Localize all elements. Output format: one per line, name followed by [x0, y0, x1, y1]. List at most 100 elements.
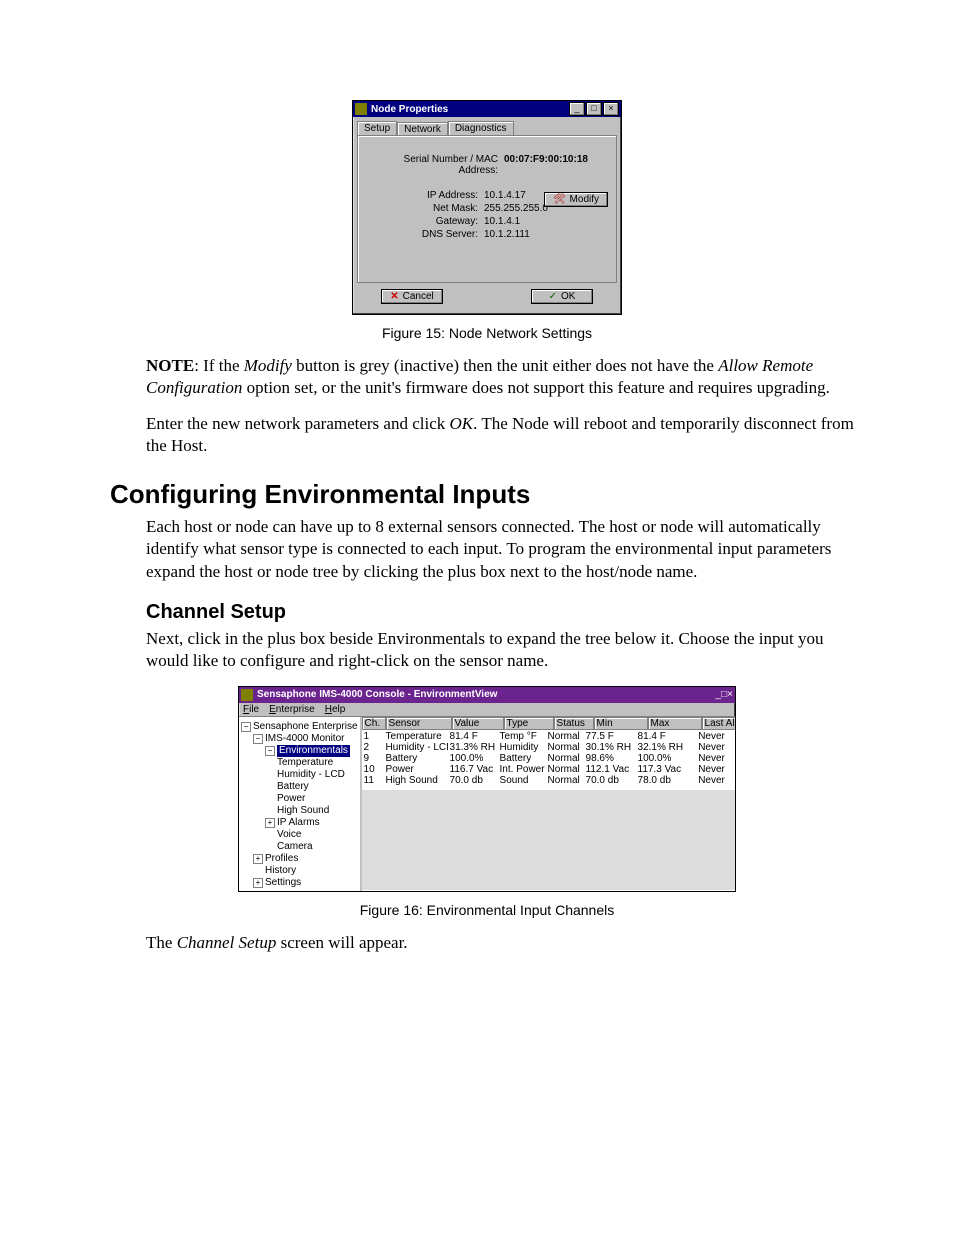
dialog-footer: ✕ Cancel ✓ OK — [357, 283, 617, 310]
table-row[interactable]: 11High Sound70.0 dbSoundNormal70.0 db78.… — [362, 775, 735, 786]
cancel-label: Cancel — [403, 291, 434, 302]
final-channel-setup: Channel Setup — [177, 933, 277, 952]
tree-profiles[interactable]: Profiles — [265, 853, 298, 865]
table-body: 1Temperature81.4 FTemp °FNormal77.5 F81.… — [362, 730, 735, 891]
final-text-2: screen will appear. — [276, 933, 407, 952]
tree-voice[interactable]: Voice — [277, 829, 301, 841]
cell: Never — [688, 742, 735, 753]
expand-icon[interactable]: − — [241, 722, 251, 732]
cell: 81.4 F — [636, 731, 688, 742]
app-icon — [355, 103, 367, 115]
col-status[interactable]: Status — [554, 717, 594, 730]
tree-camera[interactable]: Camera — [277, 841, 313, 853]
section-paragraph: Each host or node can have up to 8 exter… — [146, 516, 864, 582]
tree-humidity[interactable]: Humidity - LCD — [277, 769, 345, 781]
modify-label: Modify — [570, 194, 599, 205]
cell: Never — [688, 775, 735, 786]
cell: 70.0 db — [448, 775, 498, 786]
cell: 11 — [362, 775, 384, 786]
table-row[interactable]: 1Temperature81.4 FTemp °FNormal77.5 F81.… — [362, 731, 735, 742]
dns-label: DNS Server: — [368, 229, 484, 240]
cell: 98.6% — [584, 753, 636, 764]
col-ch[interactable]: Ch. — [362, 717, 386, 730]
menu-enterprise[interactable]: Enterprise — [269, 704, 315, 715]
close-button[interactable]: × — [603, 102, 619, 116]
cancel-button[interactable]: ✕ Cancel — [381, 289, 443, 304]
table-row[interactable]: 10Power116.7 VacInt. PowerNormal112.1 Va… — [362, 764, 735, 775]
col-value[interactable]: Value — [452, 717, 504, 730]
cell: Normal — [546, 742, 584, 753]
cell: Humidity — [498, 742, 546, 753]
tree-history[interactable]: History — [265, 865, 296, 877]
minimize-button[interactable]: _ — [569, 102, 585, 116]
environment-window: Sensaphone IMS-4000 Console - Environmen… — [238, 686, 736, 892]
gateway-value: 10.1.4.1 — [484, 216, 606, 227]
figure-16-caption: Figure 16: Environmental Input Channels — [110, 902, 864, 918]
col-last-alarm[interactable]: Last Alarm — [702, 717, 735, 730]
tree-highsound[interactable]: High Sound — [277, 805, 329, 817]
cell: Sound — [498, 775, 546, 786]
figure-15-caption: Figure 15: Node Network Settings — [110, 325, 864, 341]
col-sensor[interactable]: Sensor — [386, 717, 452, 730]
expand-icon[interactable]: + — [265, 818, 275, 828]
tab-diagnostics[interactable]: Diagnostics — [448, 121, 514, 136]
cell: Temperature — [384, 731, 448, 742]
tree-ip-alarms[interactable]: IP Alarms — [277, 817, 320, 829]
cell: 112.1 Vac — [584, 764, 636, 775]
cell: Battery — [384, 753, 448, 764]
table-header: Ch. Sensor Value Type Status Min Max Las… — [362, 717, 735, 730]
figure-15: Node Properties _ □ × Setup Network Diag… — [110, 100, 864, 315]
final-paragraph: The Channel Setup screen will appear. — [146, 932, 864, 954]
menu-help[interactable]: Help — [325, 704, 346, 715]
tree-monitor[interactable]: IMS-4000 Monitor — [265, 733, 344, 745]
cell: 77.5 F — [584, 731, 636, 742]
tabs: Setup Network Diagnostics — [357, 121, 617, 136]
subsection-heading: Channel Setup — [146, 601, 864, 624]
note-text-2: button is grey (inactive) then the unit … — [292, 356, 718, 375]
close-button[interactable]: × — [727, 689, 733, 700]
tree-root[interactable]: Sensaphone Enterprise — [253, 721, 358, 733]
cell: Power — [384, 764, 448, 775]
cell: 116.7 Vac — [448, 764, 498, 775]
tree-battery[interactable]: Battery — [277, 781, 309, 793]
cell: Normal — [546, 753, 584, 764]
app-icon — [241, 689, 253, 701]
cell: 78.0 db — [636, 775, 688, 786]
col-type[interactable]: Type — [504, 717, 554, 730]
cell: Battery — [498, 753, 546, 764]
env-title: Sensaphone IMS-4000 Console - Environmen… — [257, 689, 716, 700]
cancel-icon: ✕ — [390, 291, 398, 302]
gateway-row: Gateway: 10.1.4.1 — [368, 216, 606, 227]
col-max[interactable]: Max — [648, 717, 702, 730]
ok-icon: ✓ — [549, 291, 557, 302]
cell: Never — [688, 764, 735, 775]
enter-text-1: Enter the new network parameters and cli… — [146, 414, 450, 433]
cell: 100.0% — [636, 753, 688, 764]
final-text-1: The — [146, 933, 177, 952]
col-min[interactable]: Min — [594, 717, 648, 730]
menu-file[interactable]: File — [243, 704, 259, 715]
ok-button[interactable]: ✓ OK — [531, 289, 593, 304]
tree-temperature[interactable]: Temperature — [277, 757, 333, 769]
maximize-button[interactable]: □ — [586, 102, 602, 116]
table-row[interactable]: 2Humidity - LCD31.3% RHHumidityNormal30.… — [362, 742, 735, 753]
cell: Normal — [546, 731, 584, 742]
expand-icon[interactable]: − — [253, 734, 263, 744]
dns-row: DNS Server: 10.1.2.111 — [368, 229, 606, 240]
expand-icon[interactable]: − — [265, 746, 275, 756]
tab-setup[interactable]: Setup — [357, 121, 397, 136]
tree-power[interactable]: Power — [277, 793, 305, 805]
table-pane: Ch. Sensor Value Type Status Min Max Las… — [362, 717, 735, 891]
expand-icon[interactable]: + — [253, 878, 263, 888]
dialog-title: Node Properties — [371, 104, 568, 115]
section-heading: Configuring Environmental Inputs — [110, 479, 864, 510]
cell: 117.3 Vac — [636, 764, 688, 775]
expand-icon[interactable]: + — [253, 854, 263, 864]
node-properties-dialog: Node Properties _ □ × Setup Network Diag… — [352, 100, 622, 315]
tree-settings[interactable]: Settings — [265, 877, 301, 889]
modify-icon: 🛠 — [553, 194, 566, 205]
table-row[interactable]: 9Battery100.0%BatteryNormal98.6%100.0%Ne… — [362, 753, 735, 764]
cell: 10 — [362, 764, 384, 775]
modify-button[interactable]: 🛠 Modify — [544, 192, 608, 207]
tree-environmentals[interactable]: Environmentals — [277, 745, 350, 757]
